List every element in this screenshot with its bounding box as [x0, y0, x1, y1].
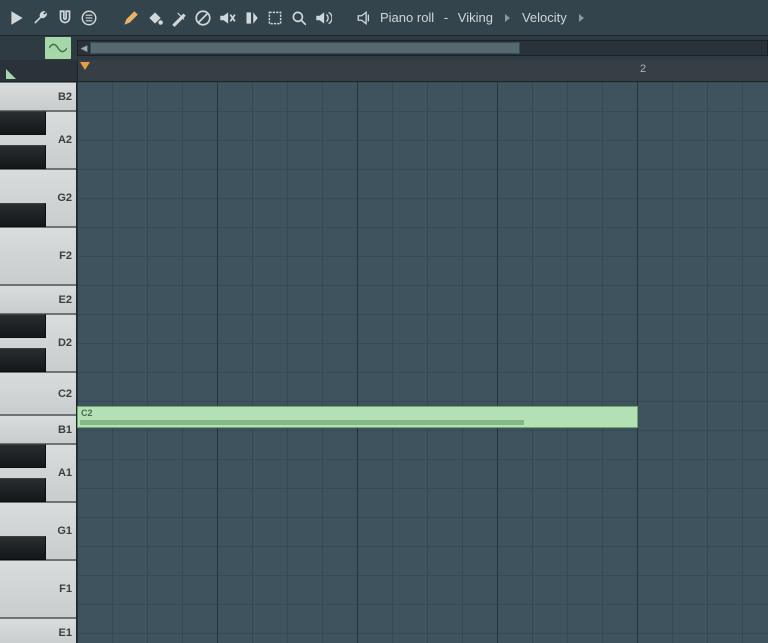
- key-label: D2: [58, 337, 72, 349]
- black-key[interactable]: [0, 203, 46, 227]
- key-label: G1: [57, 525, 72, 537]
- timeline-track[interactable]: 2: [77, 60, 768, 81]
- chevron-right-icon: [579, 14, 584, 22]
- title-param[interactable]: Velocity: [522, 10, 567, 25]
- white-key[interactable]: B2: [0, 82, 76, 111]
- playhead-marker[interactable]: [80, 62, 90, 70]
- black-key[interactable]: [0, 111, 46, 135]
- note-velocity-bar: [80, 420, 524, 425]
- speaker-icon[interactable]: [356, 9, 374, 27]
- magnet-icon[interactable]: [56, 9, 74, 27]
- slip-tool-icon[interactable]: [242, 9, 260, 27]
- timeline-corner-icon[interactable]: [6, 69, 16, 79]
- note-label: C2: [81, 408, 93, 418]
- playback-tool-icon[interactable]: [314, 9, 332, 27]
- white-key[interactable]: B1: [0, 415, 76, 444]
- black-key[interactable]: [0, 444, 46, 468]
- midi-note[interactable]: C2: [77, 406, 638, 428]
- black-key[interactable]: [0, 314, 46, 338]
- key-label: B1: [58, 424, 72, 436]
- black-key[interactable]: [0, 478, 46, 502]
- key-label: F1: [59, 583, 72, 595]
- play-icon[interactable]: [8, 9, 26, 27]
- menu-icon[interactable]: [80, 9, 98, 27]
- scroll-left-icon[interactable]: ◀: [78, 41, 90, 55]
- key-label: B2: [58, 91, 72, 103]
- bar-number: 2: [640, 63, 646, 75]
- white-key[interactable]: F2: [0, 227, 76, 285]
- waveform-button[interactable]: [45, 37, 71, 59]
- title-app: Piano roll: [380, 10, 434, 25]
- wrench-icon[interactable]: [32, 9, 50, 27]
- zoom-tool-icon[interactable]: [290, 9, 308, 27]
- title-channel[interactable]: Viking: [458, 10, 493, 25]
- key-label: E2: [59, 294, 72, 306]
- paint-tool-icon[interactable]: [146, 9, 164, 27]
- black-key[interactable]: [0, 348, 46, 372]
- title-bar: Piano roll - Viking Velocity: [356, 9, 590, 27]
- key-label: E1: [59, 627, 72, 639]
- scroll-thumb[interactable]: [90, 42, 520, 54]
- slice-tool-icon[interactable]: [170, 9, 188, 27]
- white-key[interactable]: C2: [0, 372, 76, 415]
- key-label: C2: [58, 388, 72, 400]
- black-key[interactable]: [0, 536, 46, 560]
- mute-tool-icon[interactable]: [218, 9, 236, 27]
- white-key[interactable]: E2: [0, 285, 76, 314]
- key-label: A2: [58, 134, 72, 146]
- key-label: G2: [57, 192, 72, 204]
- draw-tool-icon[interactable]: [122, 9, 140, 27]
- key-label: A1: [58, 467, 72, 479]
- toolbar: Piano roll - Viking Velocity: [0, 0, 768, 36]
- chevron-right-icon: [505, 14, 510, 22]
- timeline: 2: [0, 60, 768, 82]
- key-label: F2: [59, 250, 72, 262]
- black-key[interactable]: [0, 145, 46, 169]
- horizontal-strip: ◀: [0, 36, 768, 60]
- note-grid[interactable]: C2: [77, 82, 768, 643]
- horizontal-scrollbar[interactable]: ◀: [77, 40, 768, 56]
- disable-tool-icon[interactable]: [194, 9, 212, 27]
- main-area: B2 A2 G2 F2 E2 D2 C2 B1 A1 G1 F1 E1 C2: [0, 82, 768, 643]
- piano-keys: B2 A2 G2 F2 E2 D2 C2 B1 A1 G1 F1 E1: [0, 82, 77, 643]
- white-key[interactable]: F1: [0, 560, 76, 618]
- select-tool-icon[interactable]: [266, 9, 284, 27]
- title-dash: -: [440, 10, 452, 25]
- white-key[interactable]: E1: [0, 618, 76, 643]
